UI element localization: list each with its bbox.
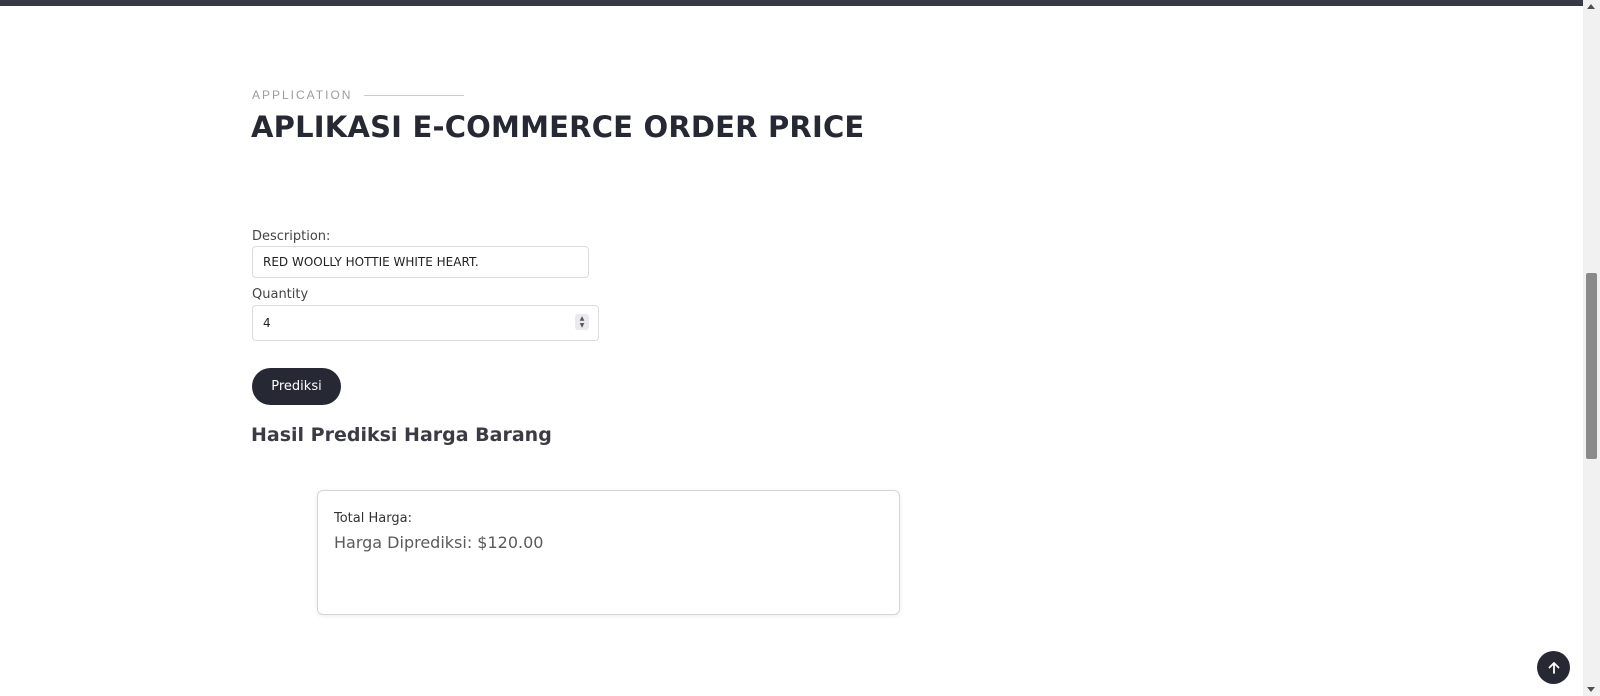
quantity-label: Quantity [252,287,309,302]
eyebrow-divider [364,94,465,96]
quantity-field: ▲ ▼ [252,305,599,341]
result-heading: Hasil Prediksi Harga Barang [251,424,552,446]
description-label: Description: [252,229,331,244]
stepper-up-icon[interactable]: ▲ [580,315,585,322]
page-title: APLIKASI E-COMMERCE ORDER PRICE [251,110,865,144]
section-eyebrow: APPLICATION [252,88,465,102]
scroll-down-arrow-icon[interactable] [1587,687,1595,692]
eyebrow-text: APPLICATION [252,88,353,102]
scroll-up-arrow-icon[interactable] [1587,4,1595,9]
predicted-price-value: Harga Diprediksi: $120.00 [334,533,544,552]
result-card: Total Harga: Harga Diprediksi: $120.00 [317,490,900,615]
quantity-stepper[interactable]: ▲ ▼ [575,314,589,330]
total-price-label: Total Harga: [334,511,412,526]
description-input[interactable] [252,246,589,278]
vertical-scrollbar[interactable] [1583,0,1600,696]
stepper-down-icon[interactable]: ▼ [580,322,585,329]
back-to-top-button[interactable] [1537,651,1570,684]
arrow-up-icon [1548,661,1559,674]
quantity-input[interactable] [252,305,599,341]
predict-button[interactable]: Prediksi [252,368,341,405]
scroll-thumb[interactable] [1586,273,1597,459]
